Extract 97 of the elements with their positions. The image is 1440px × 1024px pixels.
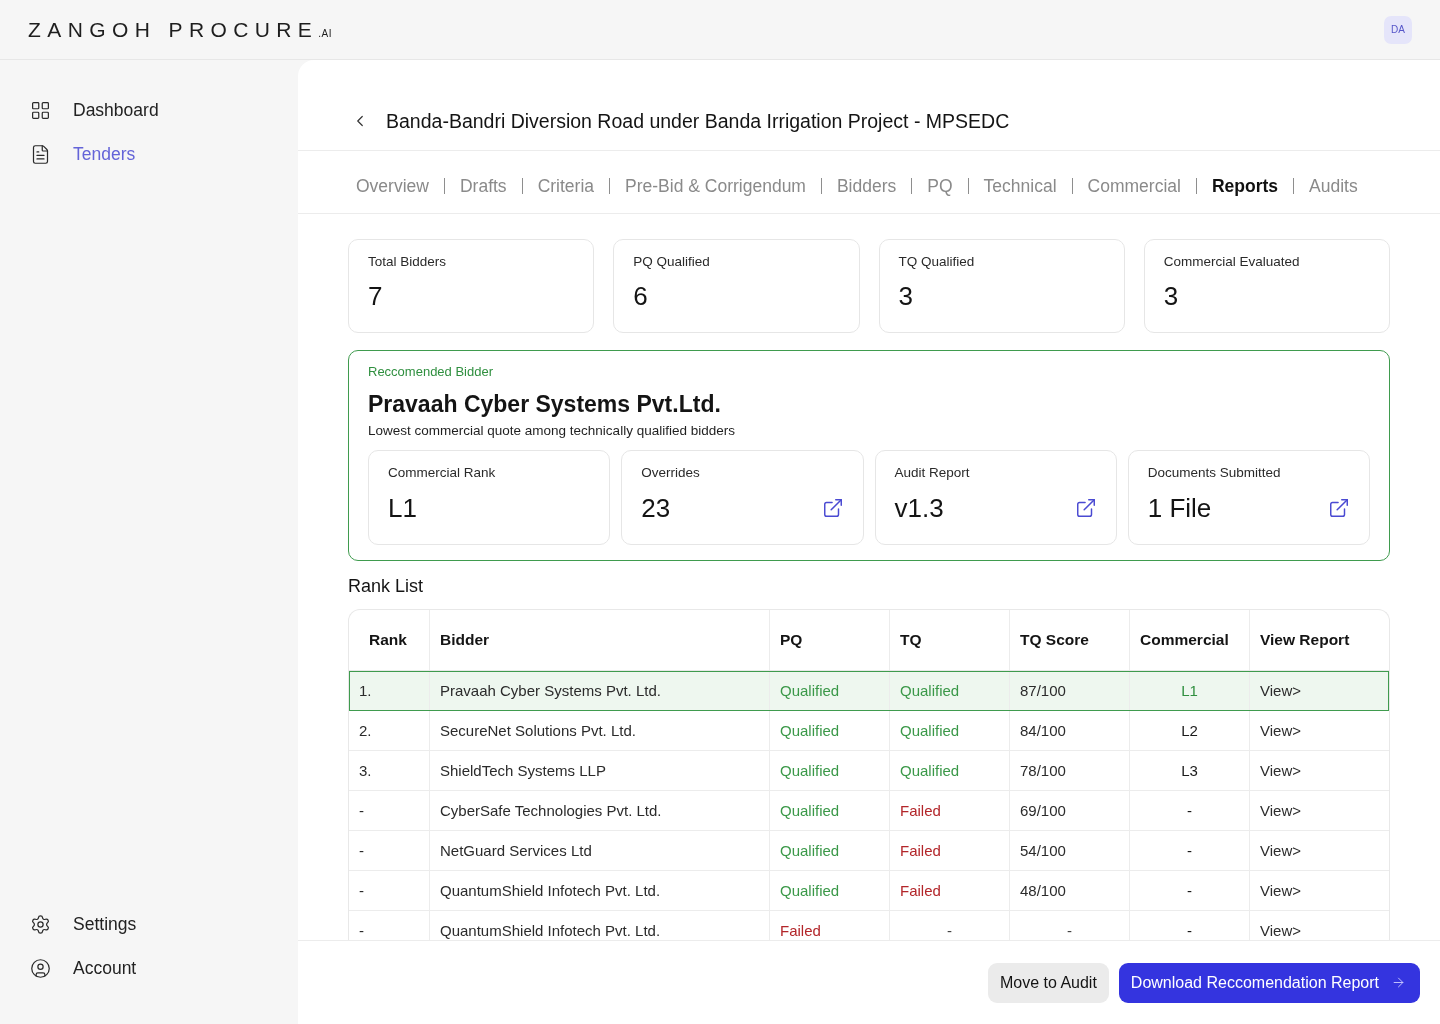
table-cell: Qualified [770,831,890,870]
section-title: Rank List [348,575,425,597]
table-cell: NetGuard Services Ltd [430,831,770,870]
document-icon [30,143,51,165]
stat-value: 6 [633,281,649,311]
metric-label: Documents Submitted [1147,464,1282,481]
external-link-icon[interactable] [1328,497,1350,519]
table-cell: CyberSafe Technologies Pvt. Ltd. [430,791,770,830]
metric-label: Overrides [641,464,701,481]
stat-label: TQ Qualified [898,253,976,270]
table-cell: L2 [1130,711,1250,750]
nav-item[interactable]: Account [30,946,137,990]
stat-label: PQ Qualified [633,253,711,270]
table-cell: 2. [349,711,430,750]
view-link[interactable]: View> [1260,721,1301,740]
table-cell: - [349,871,430,910]
table-cell: 1. [349,671,430,710]
view-link[interactable]: View> [1260,881,1301,900]
metric-value: v1.3 [894,492,944,524]
table-cell: Qualified [770,871,890,910]
recommended-label: Reccomended Bidder [368,364,495,380]
settings-icon [30,913,51,935]
column-header: Bidder [430,610,770,670]
table-cell: Qualified [890,711,1010,750]
table-row[interactable]: 3. ShieldTech Systems LLP Qualified Qualified 78/100 L3 View> [349,751,1389,791]
stat-value: 3 [1163,281,1180,311]
table-cell: Failed [890,871,1010,910]
user-icon [30,957,51,979]
grid-icon [30,99,51,121]
stat-label: Commercial Evaluated [1163,253,1301,270]
table-cell: 78/100 [1010,751,1130,790]
table-row[interactable]: - CyberSafe Technologies Pvt. Ltd. Qualified Failed 69/100 - View> [349,791,1389,831]
table-cell: Failed [890,791,1010,830]
stat-label: Total Bidders [368,253,448,270]
metric-label: Commercial Rank [388,464,497,481]
arrow-right-icon [1391,975,1406,990]
external-link-icon[interactable] [821,497,844,519]
view-link[interactable]: View> [1260,681,1301,700]
page-title: Banda-Bandri Diversion Road under Banda Irrigation Project - MPSEDC [386,109,1010,134]
table-cell: Qualified [890,671,1010,710]
table-cell: Qualified [770,671,890,710]
external-link-icon[interactable] [1074,497,1097,519]
table-cell: - [349,791,430,830]
view-link[interactable]: View> [1260,801,1301,820]
recommendation-note: Lowest commercial quote among technically qualified bidders [368,422,736,440]
table-cell: - [1130,791,1250,830]
stat-value: 3 [898,281,914,311]
tab[interactable]: Overview [356,175,429,197]
nav-item[interactable]: Dashboard [30,88,159,132]
move-to-audit-button[interactable]: Move to Audit [987,962,1109,1003]
table-row[interactable]: 2. SecureNet Solutions Pvt. Ltd. Qualified Qualified 84/100 L2 View> [349,711,1389,751]
view-link[interactable]: View> [1260,921,1301,940]
table-cell: 87/100 [1010,671,1130,710]
table-cell: 54/100 [1010,831,1130,870]
table-row[interactable]: 1. Pravaah Cyber Systems Pvt. Ltd. Qualified Qualified 87/100 L1 View> [349,671,1389,711]
table-cell: 3. [349,751,430,790]
metric-value: L1 [388,492,417,524]
nav-item[interactable]: Settings [30,902,137,946]
view-link[interactable]: View> [1260,841,1301,860]
table-cell: SecureNet Solutions Pvt. Ltd. [430,711,770,750]
table-cell: Pravaah Cyber Systems Pvt. Ltd. [430,671,770,710]
metric-value: 1 File [1147,492,1212,524]
table-cell: - [1130,831,1250,870]
table-cell: 69/100 [1010,791,1130,830]
download-report-button[interactable]: Download Reccomendation Report [1118,962,1420,1003]
avatar[interactable]: DA [1384,15,1412,44]
table-cell: Qualified [890,751,1010,790]
table-cell: L3 [1130,751,1250,790]
tab[interactable]: Audits [1309,175,1358,197]
table-cell: L1 [1130,671,1250,710]
table-row[interactable]: - QuantumShield Infotech Pvt. Ltd. Qualified Failed 48/100 - View> [349,871,1389,911]
stat-value: 7 [368,281,384,311]
table-row[interactable]: - NetGuard Services Ltd Qualified Failed 54/100 - View> [349,831,1389,871]
logo: ZANGOH PROCURE.AI [28,17,332,42]
table-cell: 48/100 [1010,871,1130,910]
table-cell: - [349,831,430,870]
metric-value: 23 [641,492,671,524]
column-header: PQ [770,610,890,670]
bidder-name: Pravaah Cyber Systems Pvt.Ltd. [368,390,722,419]
table-cell: 84/100 [1010,711,1130,750]
table-cell: Qualified [770,791,890,830]
nav-item[interactable]: Tenders [30,132,136,176]
table-cell: Failed [890,831,1010,870]
column-header: View Report [1259,630,1351,650]
column-header: TQ [890,610,1010,670]
table-cell: Qualified [770,751,890,790]
tab[interactable]: Reports [1211,175,1279,197]
table-cell: QuantumShield Infotech Pvt. Ltd. [430,871,770,910]
metric-label: Audit Report [894,464,971,481]
table-cell: - [1130,871,1250,910]
column-header: Commercial [1130,610,1250,670]
view-link[interactable]: View> [1260,761,1301,780]
tab[interactable]: Commercial [1087,175,1181,197]
table-cell: Qualified [770,711,890,750]
table-cell: ShieldTech Systems LLP [430,751,770,790]
column-header: Rank [349,610,430,670]
column-header: TQ Score [1010,610,1130,670]
